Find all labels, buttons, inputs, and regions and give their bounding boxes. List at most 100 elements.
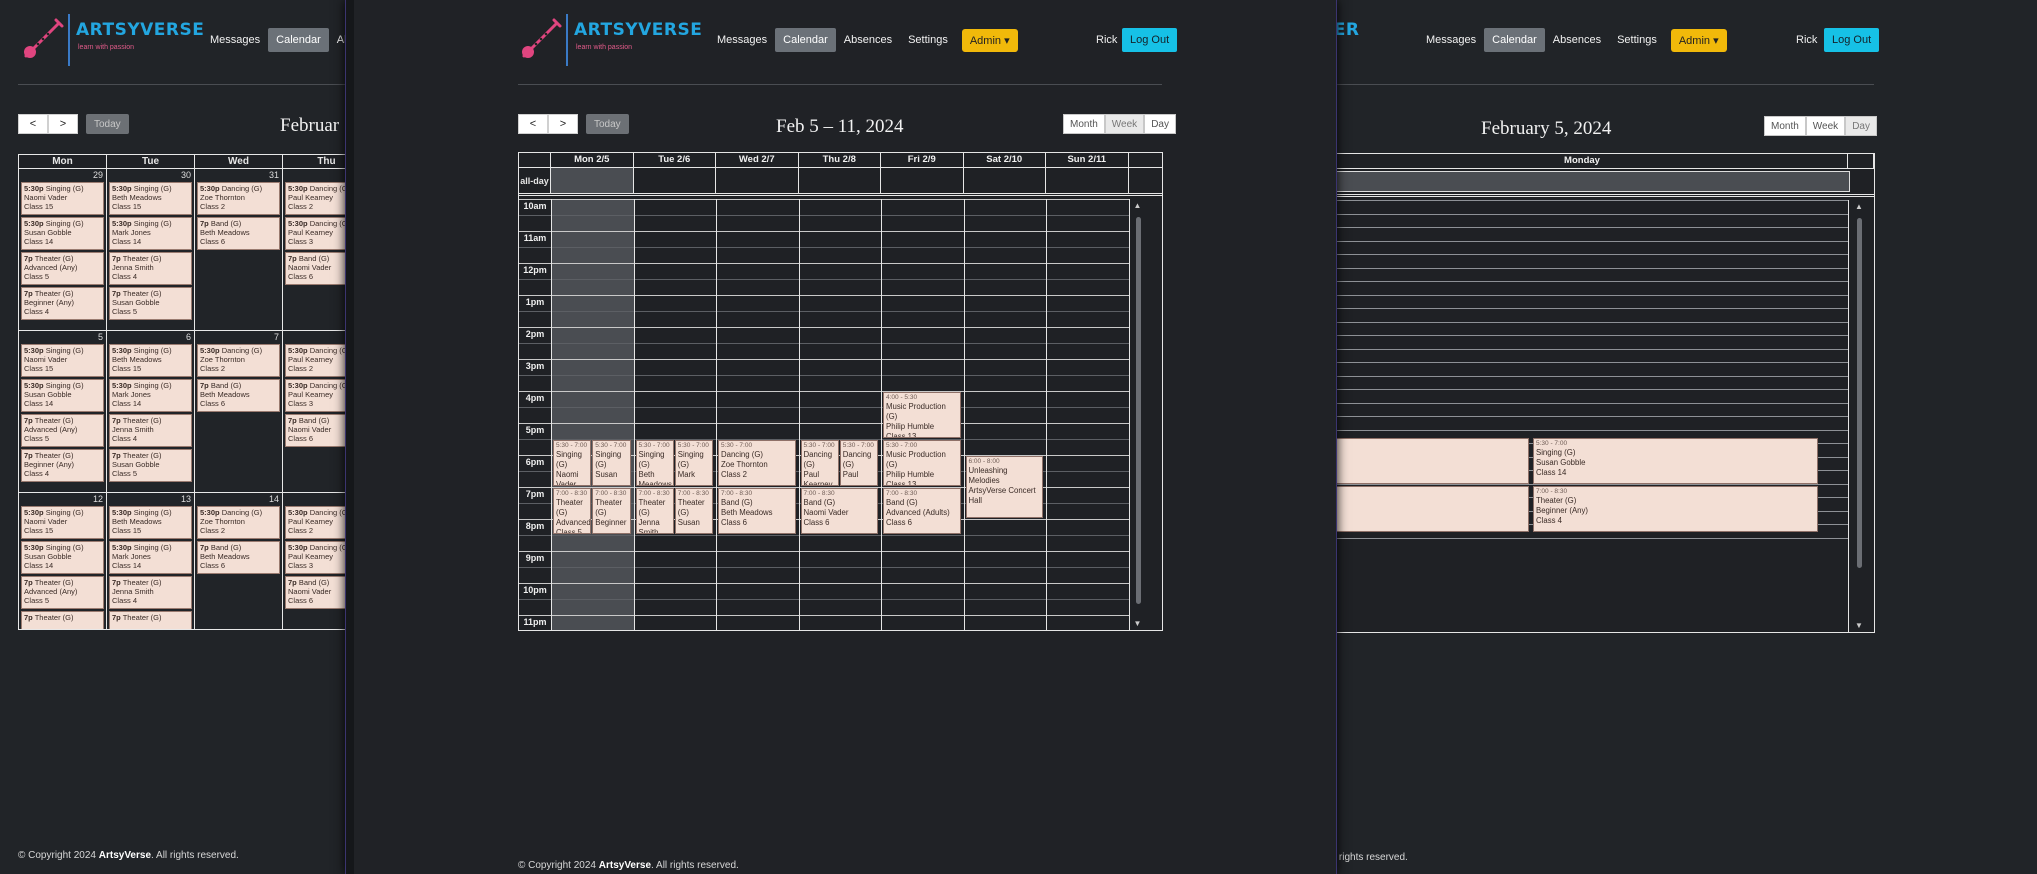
nav-calendar[interactable]: Calendar (775, 28, 836, 52)
allday-cell[interactable] (881, 168, 964, 193)
calendar-event[interactable]: 7p Theater (G) Susan Gobble Class 5 (109, 287, 192, 320)
day-cell[interactable]: 6 5:30p Singing (G) Beth Meadows Class 15 5:… (107, 331, 195, 492)
calendar-event[interactable]: 5:30p Singing (G) Susan Gobble Class 14 (21, 217, 104, 250)
scrollbar-thumb[interactable] (1135, 217, 1141, 604)
calendar-event[interactable]: 5:30p Dancing (G) Zoe Thornton Class 2 (197, 182, 280, 215)
logout-button[interactable]: Log Out (1122, 28, 1178, 52)
calendar-event[interactable]: 7p Theater (G) Advanced (Any) Class 5 (21, 252, 104, 285)
day-number[interactable]: 13 (181, 494, 191, 504)
calendar-event[interactable]: 5:30p Singing (G) Beth Meadows Class 15 (109, 344, 192, 377)
calendar-event[interactable]: 5:30p Dancing (G)Paul KearneyClass 2 (285, 182, 346, 215)
scroll-down-icon[interactable]: ▼ (1855, 621, 1863, 630)
calendar-event[interactable]: 7p Band (G) Beth Meadows Class 6 (197, 541, 280, 574)
nav-calendar[interactable]: Calendar (268, 28, 329, 52)
calendar-event[interactable]: 5:30p Singing (G) Naomi Vader Class 15 (21, 182, 104, 215)
calendar-event[interactable]: 5:30p Singing (G) Beth Meadows Class 15 (109, 182, 192, 215)
calendar-event[interactable]: 5:30 - 7:00Dancing (G)Paul KearneyClass … (800, 440, 839, 486)
calendar-event[interactable]: 5:30p Dancing (G)Paul KearneyClass 3 (285, 379, 346, 412)
allday-cell[interactable] (799, 168, 881, 193)
next-button[interactable]: > (48, 114, 78, 134)
calendar-event[interactable]: 7p Theater (G) (109, 611, 192, 629)
calendar-event[interactable]: 7:00 - 8:30 Theater (G) Advanced Class 5 (553, 488, 592, 534)
calendar-event[interactable]: 7p Band (G) Beth Meadows Class 6 (197, 217, 280, 250)
calendar-event[interactable]: 4:00 - 5:30 Music Production (G) Philip Hu… (883, 392, 961, 438)
calendar-event[interactable]: 7p Theater (G) Beginner (Any) Class 4 (21, 287, 104, 320)
calendar-event[interactable]: 7:00 - 8:30 Theater (G) Susan (674, 488, 713, 534)
calendar-event[interactable]: 7:00 - 8:30 Band (G) Naomi Vader Class 6 (800, 488, 878, 534)
admin-dropdown[interactable]: Admin ▾ (1670, 28, 1727, 52)
day-cell[interactable]: 30 5:30p Singing (G) Beth Meadows Class 15 5… (107, 169, 195, 330)
scrollbar-thumb[interactable] (1857, 218, 1862, 568)
calendar-event[interactable]: 7:00 - 8:30Theater (G)Jenna SmithClass 4 (635, 488, 674, 534)
calendar-event[interactable]: 7:00 - 8:30 Theater (G) Beginner (592, 488, 631, 534)
calendar-event-left-part[interactable] (1320, 438, 1529, 484)
day-number[interactable]: 31 (269, 170, 279, 180)
allday-cell[interactable] (716, 168, 799, 193)
nav-settings[interactable]: Settings (900, 28, 956, 52)
admin-dropdown[interactable]: Admin ▾ (961, 28, 1018, 52)
calendar-event[interactable]: 5:30p Singing (G) Mark Jones Class 14 (109, 379, 192, 412)
calendar-event[interactable]: 5:30 - 7:00 Singing (G) Susan Gobble Class … (1533, 438, 1818, 484)
view-day-button[interactable]: Day (1845, 116, 1877, 136)
calendar-event[interactable]: 7p Theater (G) Jenna Smith Class 4 (109, 576, 192, 609)
calendar-event[interactable]: 5:30p Dancing (G) Zoe Thornton Class 2 (197, 344, 280, 377)
calendar-event[interactable]: 5:30p Singing (G) Mark Jones Class 14 (109, 217, 192, 250)
calendar-event[interactable]: 5:30p Singing (G) Naomi Vader Class 15 (21, 344, 104, 377)
day-cell[interactable]: 5 5:30p Singing (G) Naomi Vader Class 15 5:3… (19, 331, 107, 492)
allday-cell[interactable] (1320, 171, 1850, 192)
calendar-event[interactable]: 7:00 - 8:30 Theater (G) Beginner (Any) Clas… (1533, 486, 1818, 532)
day-cell[interactable]: 7 5:30p Dancing (G) Zoe Thornton Class 2 7p … (195, 331, 283, 492)
nav-messages[interactable]: Messages (202, 28, 268, 52)
allday-cell[interactable] (1046, 168, 1129, 193)
calendar-event[interactable]: 7p Theater (G) Susan Gobble Class 5 (109, 449, 192, 482)
prev-button[interactable]: < (518, 114, 548, 134)
calendar-event[interactable]: 5:30p Singing (G) Susan Gobble Class 14 (21, 379, 104, 412)
day-cell[interactable]: 29 5:30p Singing (G) Naomi Vader Class 15 5:… (19, 169, 107, 330)
view-month-button[interactable]: Month (1764, 116, 1806, 136)
calendar-event-left-part[interactable] (1320, 486, 1529, 532)
view-week-button[interactable]: Week (1805, 116, 1846, 136)
allday-cell[interactable] (551, 168, 634, 193)
calendar-event[interactable]: 7p Band (G) Naomi Vader Class 6 (285, 414, 346, 447)
calendar-event[interactable]: 7p Theater (G) Advanced (Any) Class 5 (21, 414, 104, 447)
scroll-down-icon[interactable]: ▼ (1134, 619, 1142, 628)
prev-button[interactable]: < (18, 114, 48, 134)
nav-absences[interactable]: Absences (836, 28, 900, 52)
vertical-scrollbar[interactable]: ▲ ▼ (1132, 199, 1143, 630)
day-number[interactable]: 30 (181, 170, 191, 180)
today-button[interactable]: Today (586, 114, 629, 134)
calendar-event[interactable]: 5:30 - 7:00Singing (G)Beth MeadowsClass … (635, 440, 674, 486)
day-number[interactable]: 12 (93, 494, 103, 504)
view-week-button[interactable]: Week (1104, 114, 1145, 134)
day-cell[interactable]: 5:30p Dancing (G)Paul KearneyClass 25:30… (283, 493, 346, 629)
calendar-event[interactable]: 5:30 - 7:00 Dancing (G) Paul (839, 440, 878, 486)
calendar-event[interactable]: 5:30p Dancing (G)Paul KearneyClass 3 (285, 217, 346, 250)
brand-logo[interactable]: ARTSYVERSE learn with passion (518, 14, 702, 66)
allday-cell[interactable] (634, 168, 716, 193)
logout-button[interactable]: Log Out (1824, 28, 1880, 52)
calendar-event[interactable]: 5:30p Dancing (G) Zoe Thornton Class 2 (197, 506, 280, 539)
calendar-event[interactable]: 5:30 - 7:00 Singing (G) Mark (674, 440, 713, 486)
day-cell[interactable]: 31 5:30p Dancing (G) Zoe Thornton Class 2 7p… (195, 169, 283, 330)
scroll-up-icon[interactable]: ▲ (1855, 202, 1863, 211)
nav-absences[interactable]: Absences (1545, 28, 1609, 52)
calendar-event[interactable]: 5:30 - 7:00 Music Production (G) Philip Hu… (883, 440, 961, 486)
calendar-event[interactable]: 5:30p Dancing (G)Paul KearneyClass 2 (285, 344, 346, 377)
brand-logo[interactable]: ARTSYVERSE learn with passion (20, 14, 204, 66)
calendar-event[interactable]: 5:30p Singing (G) Naomi Vader Class 15 (21, 506, 104, 539)
scroll-up-icon[interactable]: ▲ (1134, 201, 1142, 210)
nav-messages[interactable]: Messages (709, 28, 775, 52)
calendar-event[interactable]: 7p Band (G) Naomi Vader Class 6 (285, 576, 346, 609)
day-number[interactable]: 5 (98, 332, 103, 342)
nav-absences[interactable]: Abse (329, 28, 346, 52)
calendar-event[interactable]: 5:30 - 7:00 Dancing (G) Zoe Thornton Class … (718, 440, 796, 486)
day-number[interactable]: 14 (269, 494, 279, 504)
calendar-event[interactable]: 7p Theater (G) Beginner (Any) Class 4 (21, 449, 104, 482)
day-cell[interactable]: 12 5:30p Singing (G) Naomi Vader Class 15 5:… (19, 493, 107, 629)
calendar-event[interactable]: 6:00 - 8:00 Unleashing Melodies ArtsyVerse… (965, 456, 1043, 518)
calendar-event[interactable]: 7:00 - 8:30 Band (G) Beth Meadows Class 6 (718, 488, 796, 534)
vertical-scrollbar[interactable]: ▲ ▼ (1854, 200, 1864, 632)
calendar-event[interactable]: 5:30p Dancing (G)Paul KearneyClass 2 (285, 506, 346, 539)
day-number[interactable]: 7 (274, 332, 279, 342)
calendar-event[interactable]: 7p Theater (G) Advanced (Any) Class 5 (21, 576, 104, 609)
